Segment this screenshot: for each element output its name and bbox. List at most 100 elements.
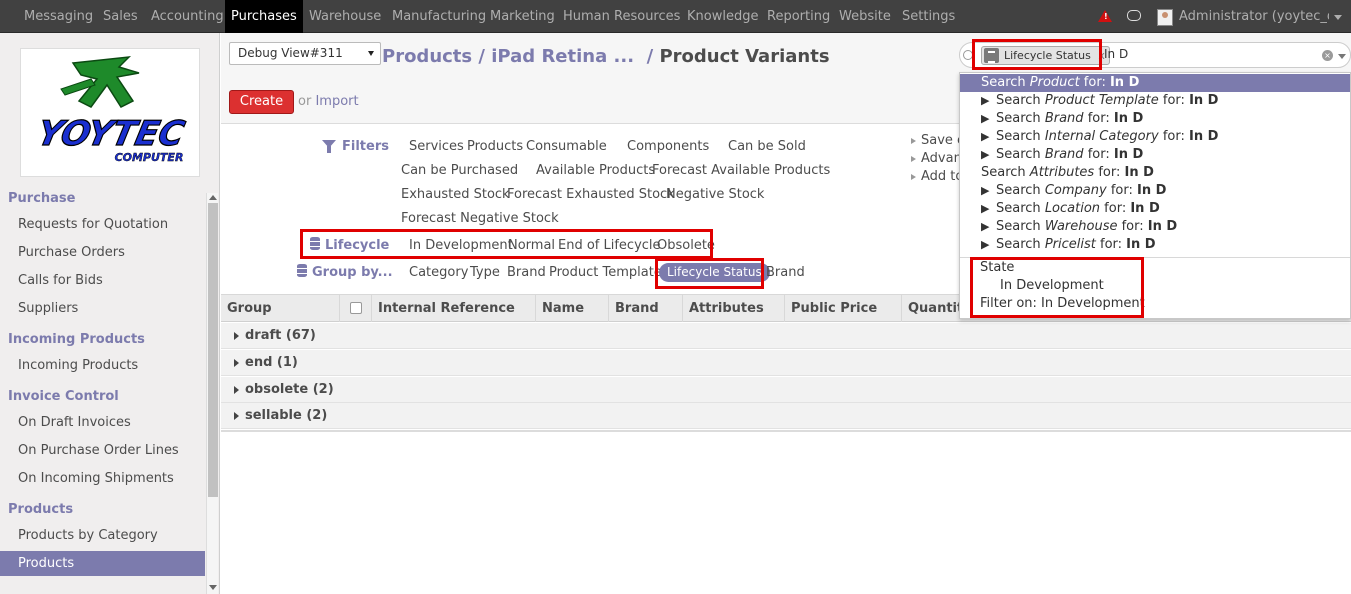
filter-products[interactable]: Products <box>467 139 523 154</box>
sidebar-item-products-by-category[interactable]: Products by Category <box>18 528 158 543</box>
group-row[interactable]: end (1) <box>221 350 1351 376</box>
group-by-type[interactable]: Type <box>470 265 500 280</box>
autocomplete-product[interactable]: Search Product for: In D <box>960 74 1350 92</box>
sidebar-item-on-incoming-shipments[interactable]: On Incoming Shipments <box>18 471 174 486</box>
ac-mid: for: <box>1087 147 1110 162</box>
avatar[interactable] <box>1157 9 1173 26</box>
top-menu-bar: Messaging Sales Accounting Purchases War… <box>0 0 1351 33</box>
column-brand[interactable]: Brand <box>609 295 683 322</box>
scroll-down-icon[interactable] <box>209 585 217 590</box>
expand-arrow-icon[interactable]: ▶ <box>981 146 989 164</box>
menu-human-resources[interactable]: Human Resources <box>563 0 680 33</box>
column-group[interactable]: Group <box>221 295 340 322</box>
menu-marketing[interactable]: Marketing <box>490 0 555 33</box>
group-by-icon <box>297 264 307 277</box>
add-to-dashboard[interactable]: Add to <box>921 169 963 184</box>
sidebar-item-purchase-orders[interactable]: Purchase Orders <box>18 245 125 260</box>
clear-search-icon[interactable]: × <box>1322 50 1333 61</box>
select-all-checkbox[interactable] <box>350 302 362 314</box>
user-menu[interactable]: Administrator (yoytec_d... <box>1179 0 1329 33</box>
sidebar-item-calls-for-bids[interactable]: Calls for Bids <box>18 273 103 288</box>
filter-negative-stock[interactable]: Negative Stock <box>666 187 764 202</box>
column-name[interactable]: Name <box>536 295 609 322</box>
autocomplete-warehouse[interactable]: ▶ Search Warehouse for: In D <box>960 218 1350 236</box>
column-public-price[interactable]: Public Price <box>785 295 902 322</box>
autocomplete-brand[interactable]: ▶ Search Brand for: In D <box>960 110 1350 128</box>
group-row[interactable]: obsolete (2) <box>221 377 1351 403</box>
debug-view-select[interactable]: Debug View#311 <box>229 42 381 65</box>
expand-arrow-icon[interactable]: ▶ <box>981 236 989 254</box>
group-row[interactable]: sellable (2) <box>221 403 1351 429</box>
menu-website[interactable]: Website <box>839 0 891 33</box>
column-attributes[interactable]: Attributes <box>683 295 785 322</box>
save-current-search[interactable]: Save c <box>921 133 964 148</box>
filter-forecast-exhausted-stock[interactable]: Forecast Exhausted Stock <box>507 187 675 202</box>
menu-accounting[interactable]: Accounting <box>151 0 224 33</box>
expand-arrow-icon[interactable]: ▶ <box>981 110 989 128</box>
group-by-brand[interactable]: Brand <box>507 265 546 280</box>
expand-arrow-icon[interactable]: ▶ <box>981 92 989 110</box>
filters-heading: Filters <box>342 139 389 154</box>
menu-settings[interactable]: Settings <box>902 0 955 33</box>
import-link[interactable]: Import <box>315 94 358 109</box>
breadcrumb-products[interactable]: Products <box>382 46 472 67</box>
expand-arrow-icon[interactable]: ▶ <box>981 200 989 218</box>
chevron-down-icon[interactable] <box>1334 15 1342 20</box>
autocomplete-product-template[interactable]: ▶ Search Product Template for: In D <box>960 92 1350 110</box>
menu-knowledge[interactable]: Knowledge <box>687 0 758 33</box>
filter-can-be-sold[interactable]: Can be Sold <box>728 139 806 154</box>
ac-prefix: Search <box>996 129 1041 144</box>
column-internal-reference[interactable]: Internal Reference <box>372 295 536 322</box>
scroll-up-icon[interactable] <box>209 195 217 200</box>
sidebar-item-requests-for-quotation[interactable]: Requests for Quotation <box>18 217 168 232</box>
group-by-product-template[interactable]: Product Template <box>549 265 662 280</box>
autocomplete-location[interactable]: ▶ Search Location for: In D <box>960 200 1350 218</box>
logo-text: YOYTEC <box>34 114 188 154</box>
sidebar-scrollbar[interactable] <box>206 193 218 594</box>
sidebar-section-invoice-control: Invoice Control <box>8 389 119 404</box>
sidebar-item-incoming-products[interactable]: Incoming Products <box>18 358 138 373</box>
menu-warehouse[interactable]: Warehouse <box>309 0 381 33</box>
menu-reporting[interactable]: Reporting <box>767 0 830 33</box>
filter-forecast-available-products[interactable]: Forecast Available Products <box>652 163 830 178</box>
filter-services[interactable]: Services <box>409 139 464 154</box>
expand-icon <box>911 174 916 180</box>
sidebar-item-suppliers[interactable]: Suppliers <box>18 301 78 316</box>
menu-sales[interactable]: Sales <box>103 0 138 33</box>
filter-forecast-negative-stock[interactable]: Forecast Negative Stock <box>401 211 559 226</box>
scrollbar-thumb[interactable] <box>208 203 218 497</box>
search-options-toggle-icon[interactable] <box>1338 54 1346 59</box>
autocomplete-internal-category[interactable]: ▶ Search Internal Category for: In D <box>960 128 1350 146</box>
autocomplete-company[interactable]: ▶ Search Company for: In D <box>960 182 1350 200</box>
group-row[interactable]: draft (67) <box>221 323 1351 349</box>
highlight-box-state <box>970 257 1144 318</box>
menu-purchases[interactable]: Purchases <box>225 0 303 33</box>
expand-arrow-icon[interactable]: ▶ <box>981 182 989 200</box>
sidebar-item-on-purchase-order-lines[interactable]: On Purchase Order Lines <box>18 443 179 458</box>
group-by-brand-2[interactable]: Brand <box>766 265 805 280</box>
sidebar-section-products: Products <box>8 502 74 517</box>
autocomplete-brand-2[interactable]: ▶ Search Brand for: In D <box>960 146 1350 164</box>
filter-exhausted-stock[interactable]: Exhausted Stock <box>401 187 510 202</box>
breadcrumb-template[interactable]: iPad Retina ... <box>491 46 634 67</box>
filter-consumable[interactable]: Consumable <box>526 139 607 154</box>
sidebar-item-on-draft-invoices[interactable]: On Draft Invoices <box>18 415 131 430</box>
chat-icon[interactable] <box>1127 10 1141 21</box>
group-by-category[interactable]: Category <box>409 265 468 280</box>
autocomplete-pricelist[interactable]: ▶ Search Pricelist for: In D <box>960 236 1350 254</box>
expand-arrow-icon[interactable]: ▶ <box>981 128 989 146</box>
autocomplete-attributes[interactable]: Search Attributes for: In D <box>960 164 1350 182</box>
ac-prefix: Search <box>996 183 1041 198</box>
filter-components[interactable]: Components <box>627 139 709 154</box>
warning-icon[interactable]: ! <box>1098 10 1112 22</box>
ac-mid: for: <box>1087 111 1110 126</box>
expand-arrow-icon[interactable]: ▶ <box>981 218 989 236</box>
search-input[interactable]: In D <box>1104 47 1128 61</box>
menu-messaging[interactable]: Messaging <box>24 0 93 33</box>
sidebar-item-products[interactable]: Products <box>0 551 205 576</box>
filter-available-products[interactable]: Available Products <box>536 163 655 178</box>
menu-manufacturing[interactable]: Manufacturing <box>392 0 486 33</box>
create-button[interactable]: Create <box>229 90 294 114</box>
ac-prefix: Search <box>996 93 1041 108</box>
filter-can-be-purchased[interactable]: Can be Purchased <box>401 163 518 178</box>
